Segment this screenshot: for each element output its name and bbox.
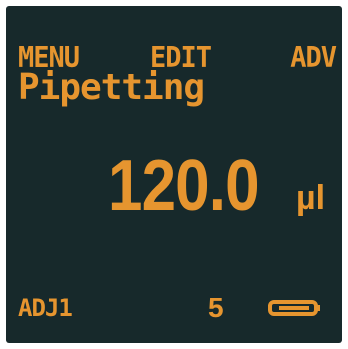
- adv-softkey[interactable]: ADV: [290, 42, 337, 76]
- status-bar: ADJ1 5: [18, 292, 334, 324]
- pipette-display: MENU EDIT ADV Pipetting 120.0 µl ADJ1 5: [6, 6, 342, 343]
- battery-icon: [268, 300, 320, 316]
- cycle-count: 5: [208, 292, 224, 323]
- volume-unit: µl: [296, 179, 326, 217]
- volume-readout: 120.0 µl: [108, 146, 325, 226]
- volume-value: 120.0: [108, 146, 260, 226]
- adjustment-label: ADJ1: [18, 294, 73, 322]
- mode-title: Pipetting: [18, 67, 205, 108]
